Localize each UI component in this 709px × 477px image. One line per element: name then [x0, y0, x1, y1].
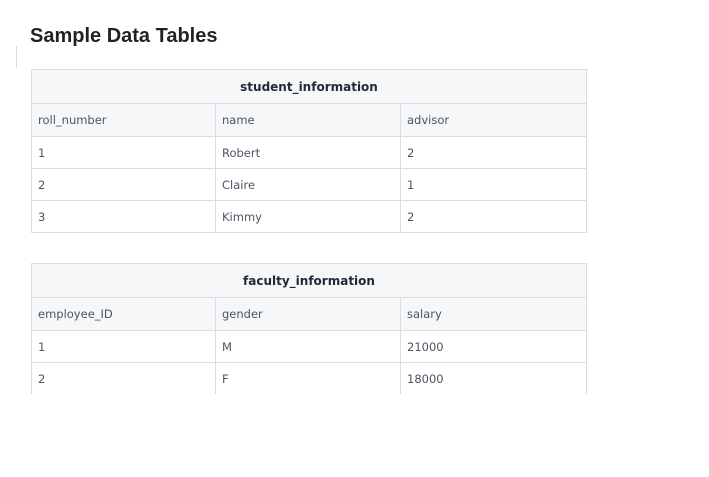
table-cell: F	[215, 362, 401, 394]
table-cell: M	[215, 330, 401, 363]
table-cell: 2	[399, 200, 588, 233]
table-cell: 2	[31, 362, 216, 394]
faculty-information-scroll-area[interactable]: faculty_information employee_ID gender s…	[31, 263, 591, 394]
table-row: 3 Kimmy 2	[31, 200, 588, 233]
table-row: 2 F 18000	[31, 362, 587, 394]
column-header: name	[215, 103, 401, 137]
table-row: 1 M 21000	[31, 330, 587, 363]
table-cell: 21000	[400, 330, 587, 363]
column-header-row: employee_ID gender salary	[31, 297, 587, 331]
table-caption: faculty_information	[31, 263, 587, 298]
table-cell: 1	[31, 136, 216, 169]
column-header: salary	[400, 297, 587, 331]
table-row: 2 Claire 1	[31, 168, 588, 201]
table-cell: Claire	[215, 168, 401, 201]
table-cell: 18000	[400, 362, 587, 394]
faculty-information-table-block: faculty_information employee_ID gender s…	[31, 263, 587, 394]
table-cell: 2	[31, 168, 216, 201]
student-information-table-block: student_information roll_number name adv…	[30, 69, 588, 233]
column-header: roll_number	[31, 103, 216, 137]
column-header: gender	[215, 297, 401, 331]
page-title: Sample Data Tables	[30, 25, 218, 47]
column-header-row: roll_number name advisor	[31, 103, 588, 137]
table-cell: Robert	[215, 136, 401, 169]
column-header: employee_ID	[31, 297, 216, 331]
left-edge-divider	[16, 46, 17, 68]
table-cell: 3	[31, 200, 216, 233]
column-header: advisor	[399, 103, 588, 137]
table-row: 1 Robert 2	[31, 136, 588, 169]
student-information-table: student_information roll_number name adv…	[30, 69, 588, 233]
table-caption: student_information	[30, 69, 588, 104]
table-cell: 2	[399, 136, 588, 169]
table-cell: Kimmy	[215, 200, 401, 233]
table-cell: 1	[31, 330, 216, 363]
faculty-information-table: faculty_information employee_ID gender s…	[31, 263, 587, 394]
table-cell: 1	[399, 168, 588, 201]
